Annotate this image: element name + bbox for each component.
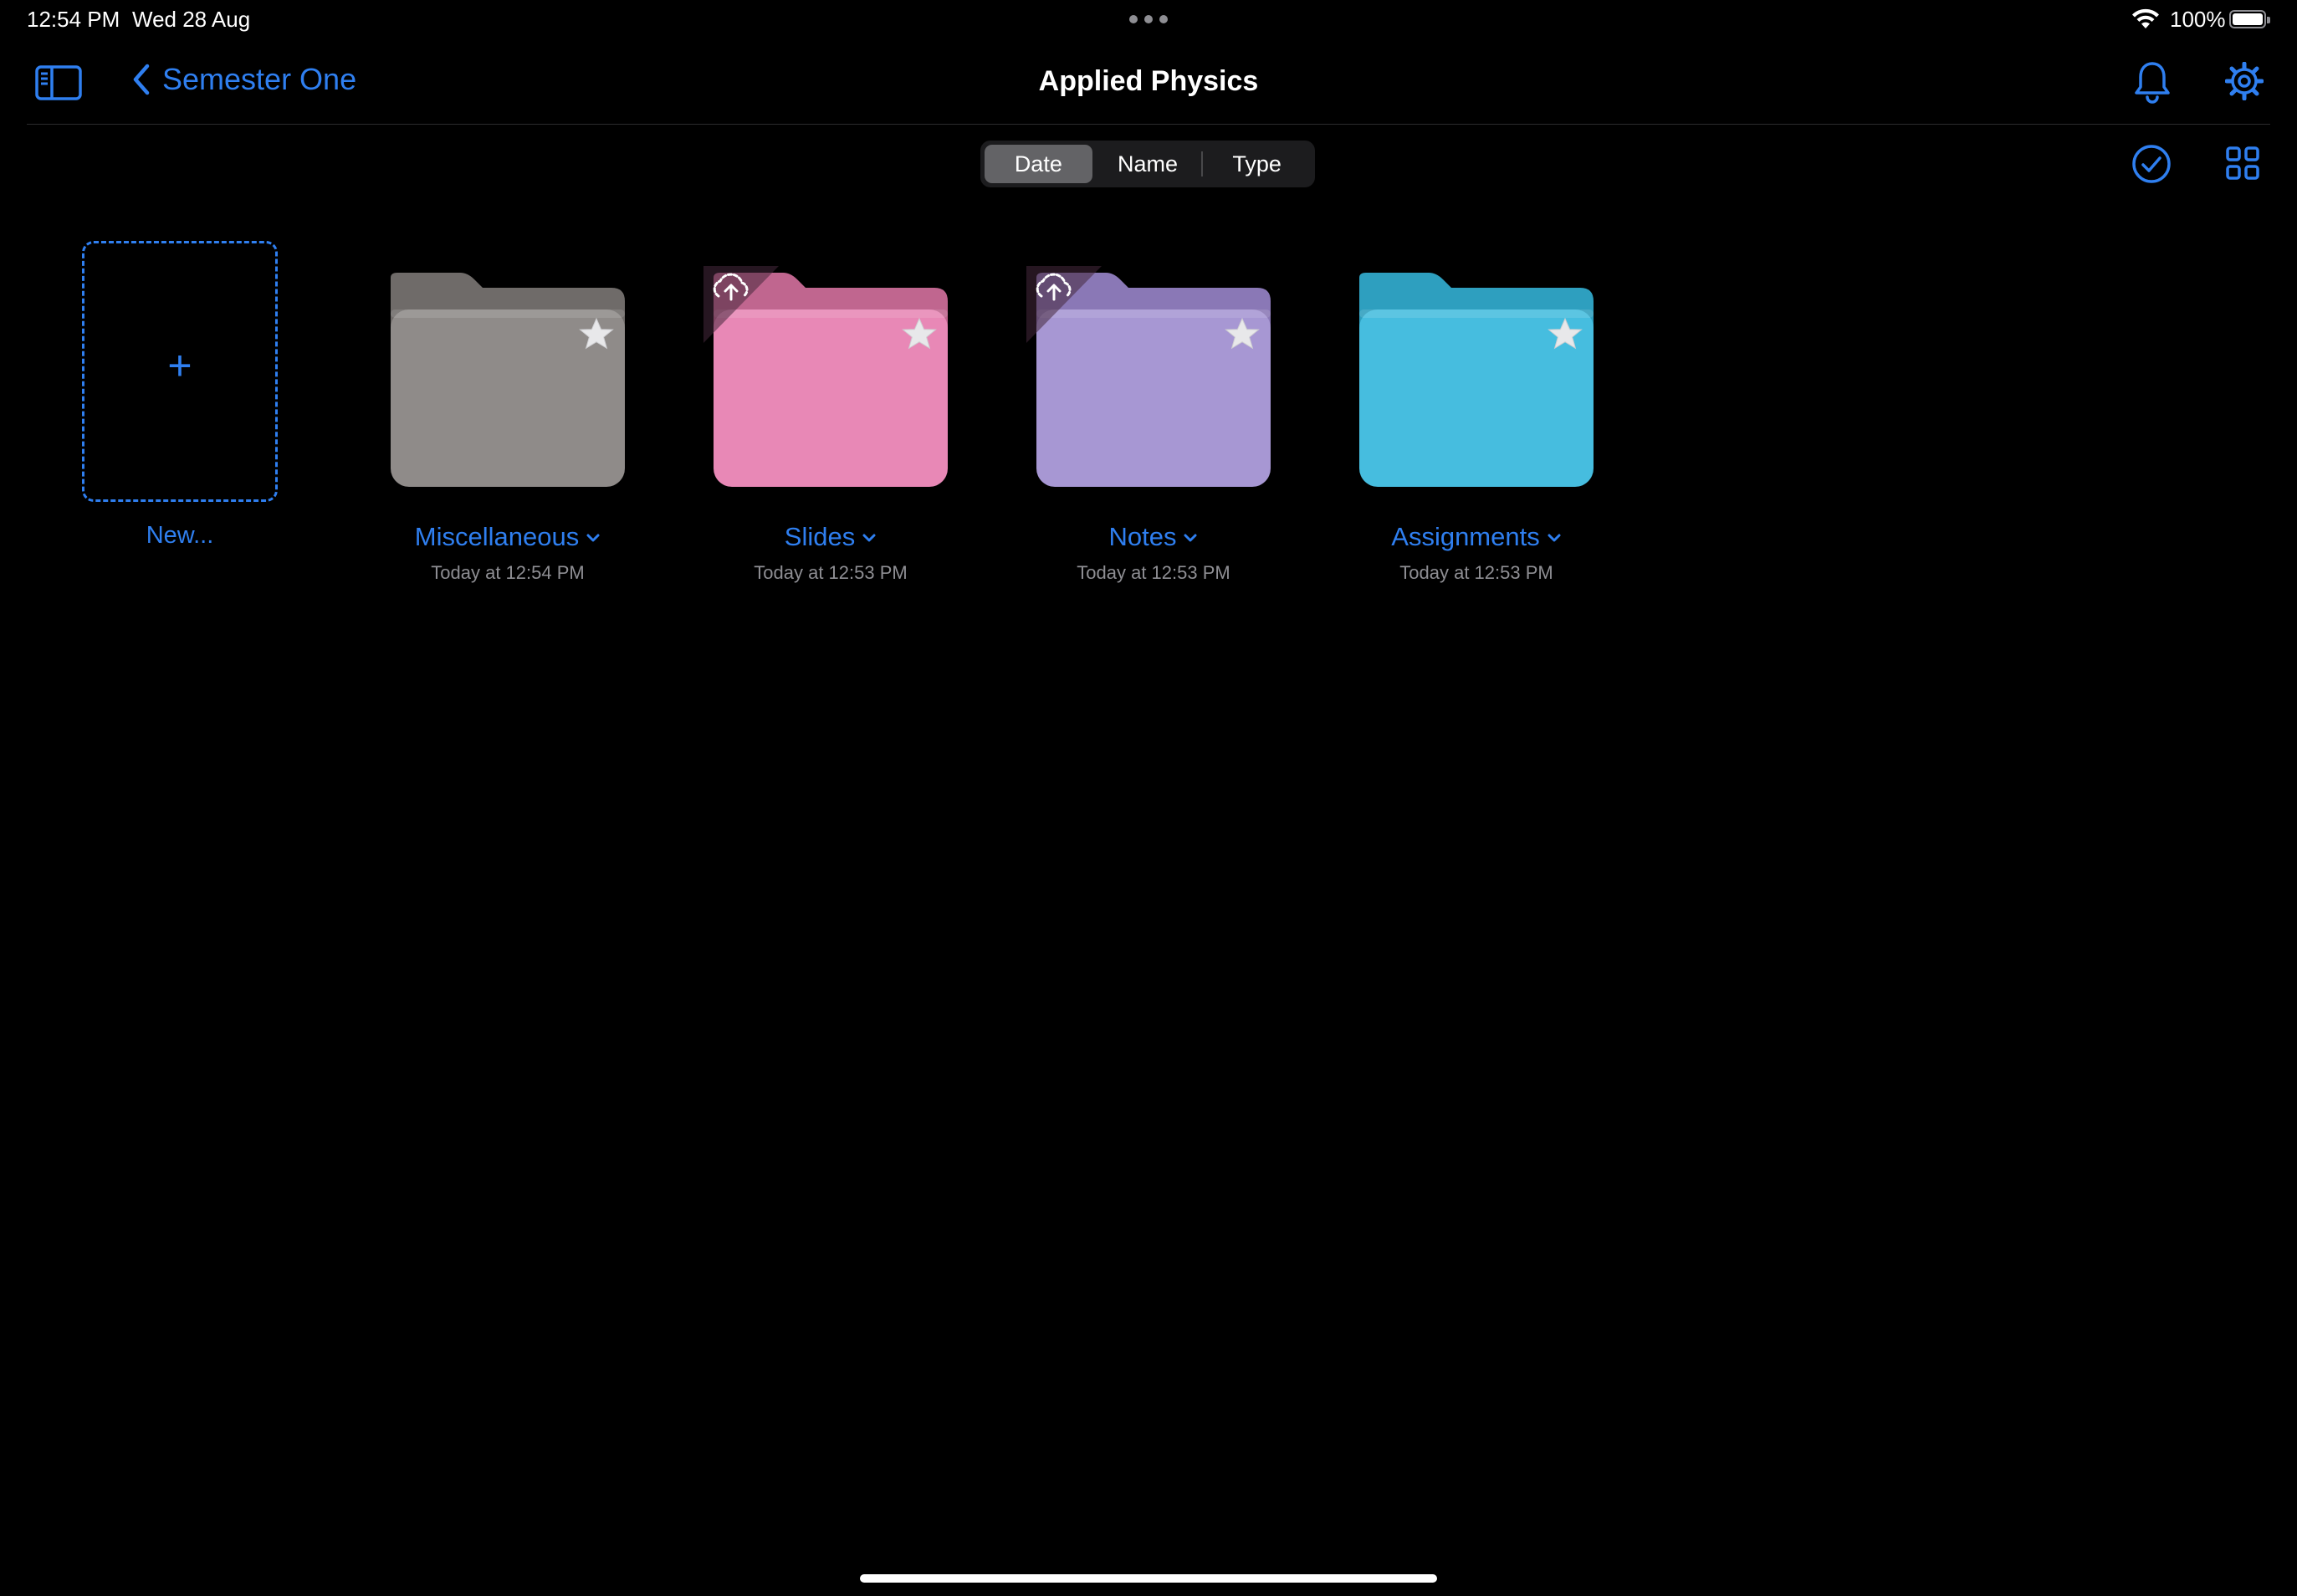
status-time: 12:54 PM (27, 7, 120, 32)
sort-segmented-control: Date Name Type (980, 141, 1315, 187)
back-button[interactable]: Semester One (132, 62, 356, 97)
chevron-left-icon (133, 64, 150, 95)
folder-name-label: Assignments (1391, 522, 1540, 551)
folder-name[interactable]: Assignments (1317, 522, 1635, 552)
sort-option-type[interactable]: Type (1203, 145, 1311, 183)
wifi-icon (2132, 8, 2159, 28)
home-indicator[interactable] (860, 1574, 1437, 1583)
sort-option-date[interactable]: Date (985, 145, 1092, 183)
folder-name-label: Slides (784, 522, 856, 551)
new-item-tile[interactable]: + (82, 241, 278, 502)
folder-date: Today at 12:53 PM (1399, 562, 1553, 583)
battery-percent: 100% (2170, 7, 2226, 32)
sort-option-name[interactable]: Name (1094, 145, 1202, 183)
folder-tile[interactable] (703, 266, 954, 495)
folder-date: Today at 12:54 PM (431, 562, 585, 583)
folder-icon (391, 273, 625, 487)
folder-date: Today at 12:53 PM (754, 562, 908, 583)
nav-divider (27, 124, 2270, 125)
folder-name[interactable]: Slides (672, 522, 990, 552)
chevron-down-icon (862, 529, 877, 548)
folder-name-label: Notes (1108, 522, 1177, 551)
folder-icon (703, 266, 948, 487)
folder-date: Today at 12:53 PM (1077, 562, 1230, 583)
folder-name-label: Miscellaneous (414, 522, 580, 551)
battery-icon (2229, 10, 2270, 28)
folder-name[interactable]: Notes (995, 522, 1312, 552)
folder-icon (1026, 266, 1271, 487)
chevron-down-icon (1547, 529, 1562, 548)
status-bar: 12:54 PM Wed 28 Aug 100% (0, 0, 2297, 42)
sidebar-toggle-icon[interactable] (35, 64, 82, 102)
bell-icon[interactable] (2133, 60, 2172, 104)
chevron-down-icon (1183, 529, 1198, 548)
back-button-label: Semester One (162, 62, 357, 96)
new-item-label[interactable]: New... (82, 522, 278, 550)
folder-icon (1359, 273, 1594, 487)
navigation-bar: Semester One Applied Physics (0, 42, 2297, 125)
folder-name[interactable]: Miscellaneous (349, 522, 667, 552)
gear-icon[interactable] (2225, 62, 2264, 100)
plus-icon: + (167, 342, 192, 389)
multitasking-dots-icon[interactable] (1129, 15, 1168, 23)
chevron-down-icon (586, 529, 601, 548)
status-date: Wed 28 Aug (132, 7, 251, 32)
grid-view-icon[interactable] (2225, 146, 2260, 181)
select-checkmark-icon[interactable] (2131, 144, 2172, 184)
folder-tile[interactable] (381, 266, 632, 495)
folder-tile[interactable] (1026, 266, 1277, 495)
folder-tile[interactable] (1349, 266, 1600, 495)
